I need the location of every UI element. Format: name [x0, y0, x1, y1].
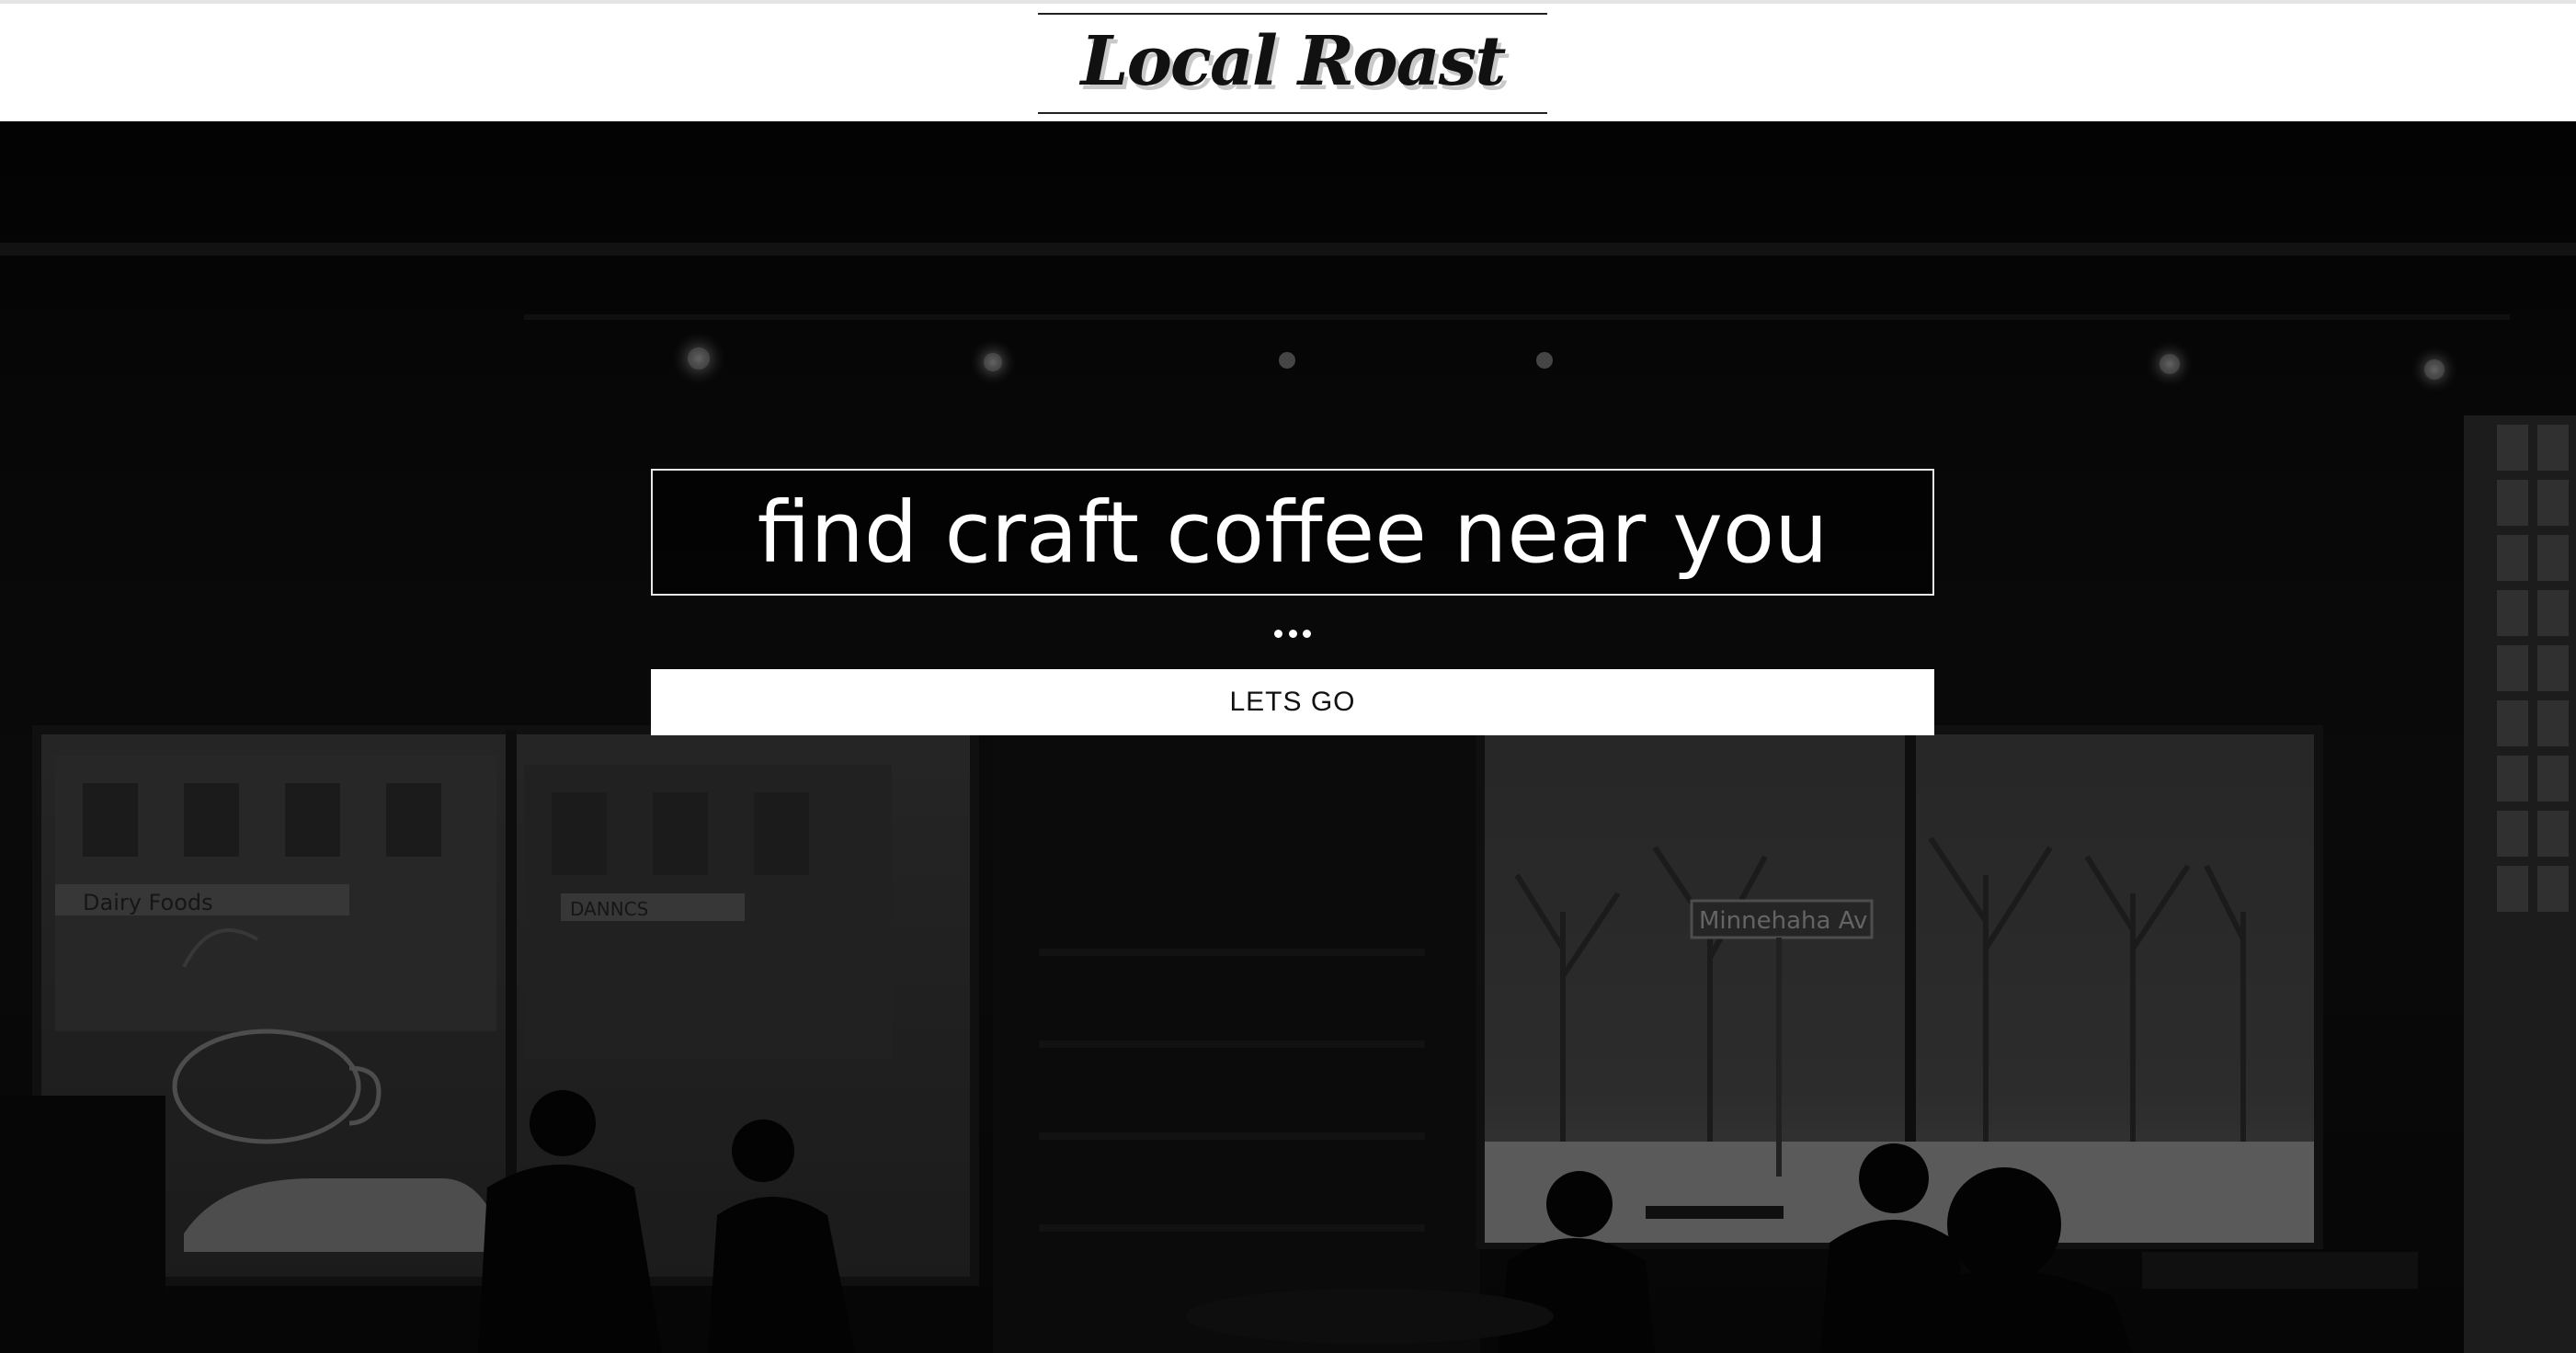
dot	[1303, 629, 1311, 638]
search-box[interactable]	[651, 469, 1934, 596]
hero-section: Dairy Foods DANNCS Minnehaha Av find cra…	[0, 121, 2576, 1353]
location-search-input[interactable]	[653, 471, 1932, 594]
coffee-shop-background-image: Dairy Foods DANNCS Minnehaha Av	[0, 121, 2576, 1353]
site-header: Local Roast	[0, 0, 2576, 121]
site-logo[interactable]: Local Roast	[1081, 28, 1507, 96]
logo-frame[interactable]: Local Roast	[1038, 13, 1547, 114]
dot	[1288, 629, 1297, 638]
more-dots-icon	[1274, 627, 1311, 640]
lets-go-button[interactable]: LETS GO	[651, 669, 1934, 735]
dot	[1274, 629, 1282, 638]
page: Local Roast Dairy Foods DANNCS Minnehaha…	[0, 0, 2576, 1353]
